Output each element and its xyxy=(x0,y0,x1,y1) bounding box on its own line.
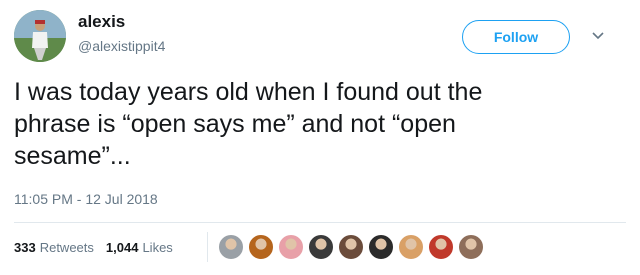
liker-avatar[interactable] xyxy=(218,234,244,260)
liker-avatar[interactable] xyxy=(368,234,394,260)
liker-avatar[interactable] xyxy=(458,234,484,260)
tweet-text-line-2: phrase is “open says me” and not “open xyxy=(14,110,456,138)
likers-avatars xyxy=(218,234,488,260)
divider xyxy=(14,222,626,223)
stats-separator xyxy=(207,232,208,262)
tweet-text-line-3: sesame”... xyxy=(14,142,131,170)
tweet-card: alexis @alexistippit4 Follow I was today… xyxy=(0,0,640,275)
avatar[interactable] xyxy=(14,10,66,62)
retweets-stat[interactable]: 333 Retweets xyxy=(14,240,94,255)
liker-avatar[interactable] xyxy=(428,234,454,260)
user-handle[interactable]: @alexistippit4 xyxy=(78,38,165,54)
more-options-button[interactable] xyxy=(588,26,608,46)
liker-avatar[interactable] xyxy=(248,234,274,260)
tweet-text: I was today years old when I found out t… xyxy=(14,76,614,172)
liker-avatar[interactable] xyxy=(338,234,364,260)
chevron-down-icon xyxy=(592,32,604,40)
liker-avatar[interactable] xyxy=(278,234,304,260)
user-name[interactable]: alexis xyxy=(78,12,125,32)
liker-avatar[interactable] xyxy=(398,234,424,260)
likes-stat[interactable]: 1,044 Likes xyxy=(106,240,173,255)
engagement-stats: 333 Retweets 1,044 Likes xyxy=(14,240,173,255)
retweets-count: 333 xyxy=(14,240,36,255)
tweet-text-line-1: I was today years old when I found out t… xyxy=(14,78,483,106)
follow-button[interactable]: Follow xyxy=(462,20,570,54)
likes-label: Likes xyxy=(142,240,173,255)
likes-count: 1,044 xyxy=(105,240,139,255)
retweets-label: Retweets xyxy=(39,240,94,255)
tweet-timestamp[interactable]: 11:05 PM - 12 Jul 2018 xyxy=(14,191,158,207)
avatar-image xyxy=(14,10,66,62)
liker-avatar[interactable] xyxy=(308,234,334,260)
